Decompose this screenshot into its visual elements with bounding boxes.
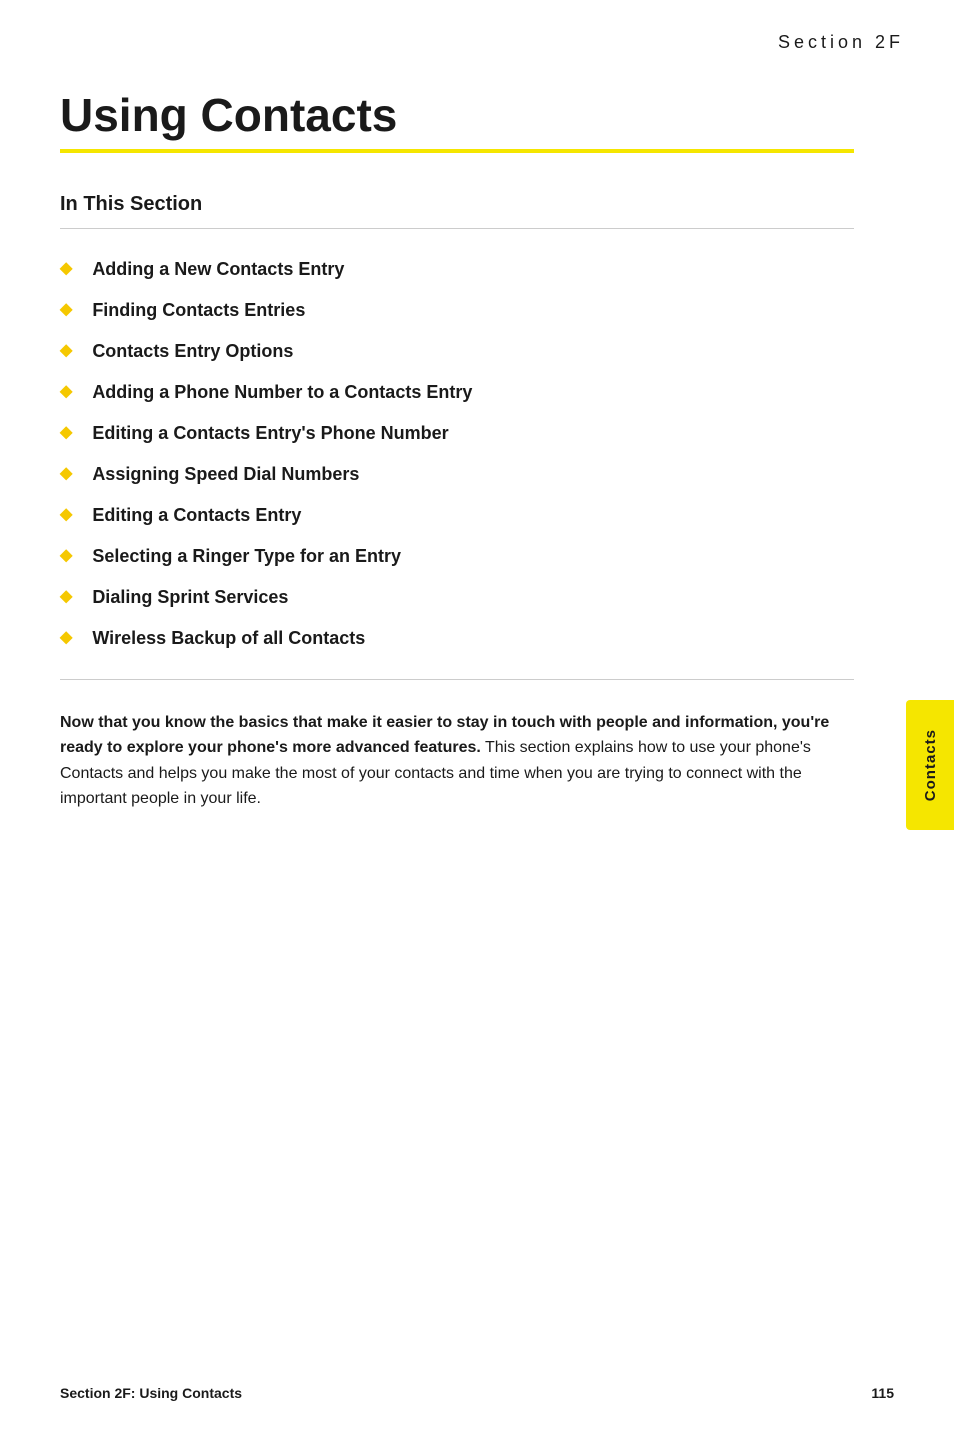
main-content: Using Contacts In This Section ◆ Adding … (0, 0, 954, 872)
in-this-section-heading: In This Section (60, 193, 854, 216)
list-item: ◆ Editing a Contacts Entry's Phone Numbe… (60, 413, 854, 454)
toc-list: ◆ Adding a New Contacts Entry ◆ Finding … (60, 249, 854, 659)
bullet-icon: ◆ (60, 589, 72, 605)
list-item-text: Wireless Backup of all Contacts (92, 628, 365, 649)
list-item: ◆ Editing a Contacts Entry (60, 495, 854, 536)
list-item: ◆ Wireless Backup of all Contacts (60, 618, 854, 659)
bullet-icon: ◆ (60, 507, 72, 523)
list-item-text: Dialing Sprint Services (92, 587, 288, 608)
list-item-text: Editing a Contacts Entry (92, 505, 301, 526)
side-tab: Contacts (906, 700, 954, 830)
list-item-text: Contacts Entry Options (92, 341, 293, 362)
bullet-icon: ◆ (60, 425, 72, 441)
list-item-text: Assigning Speed Dial Numbers (92, 464, 359, 485)
bullet-icon: ◆ (60, 302, 72, 318)
footer-section-label: Section 2F: Using Contacts (60, 1385, 242, 1401)
list-item: ◆ Adding a Phone Number to a Contacts En… (60, 372, 854, 413)
body-paragraph: Now that you know the basics that make i… (60, 710, 854, 812)
list-item-text: Finding Contacts Entries (92, 300, 305, 321)
list-item-text: Adding a New Contacts Entry (92, 259, 344, 280)
list-item-text: Adding a Phone Number to a Contacts Entr… (92, 382, 472, 403)
list-item-text: Selecting a Ringer Type for an Entry (92, 546, 401, 567)
top-divider (60, 228, 854, 229)
section-label: Section 2F (778, 32, 904, 53)
page-container: Section 2F Using Contacts In This Sectio… (0, 0, 954, 1431)
list-item: ◆ Assigning Speed Dial Numbers (60, 454, 854, 495)
bullet-icon: ◆ (60, 384, 72, 400)
bullet-icon: ◆ (60, 466, 72, 482)
list-item: ◆ Dialing Sprint Services (60, 577, 854, 618)
title-underline (60, 149, 854, 153)
list-item: ◆ Finding Contacts Entries (60, 290, 854, 331)
bullet-icon: ◆ (60, 343, 72, 359)
list-item: ◆ Contacts Entry Options (60, 331, 854, 372)
page-title: Using Contacts (60, 90, 854, 141)
footer: Section 2F: Using Contacts 115 (60, 1385, 894, 1401)
list-item-text: Editing a Contacts Entry's Phone Number (92, 423, 448, 444)
list-item: ◆ Adding a New Contacts Entry (60, 249, 854, 290)
bottom-divider (60, 679, 854, 680)
bullet-icon: ◆ (60, 630, 72, 646)
bullet-icon: ◆ (60, 261, 72, 277)
footer-page-number: 115 (871, 1385, 894, 1401)
bullet-icon: ◆ (60, 548, 72, 564)
list-item: ◆ Selecting a Ringer Type for an Entry (60, 536, 854, 577)
side-tab-label: Contacts (922, 729, 939, 801)
